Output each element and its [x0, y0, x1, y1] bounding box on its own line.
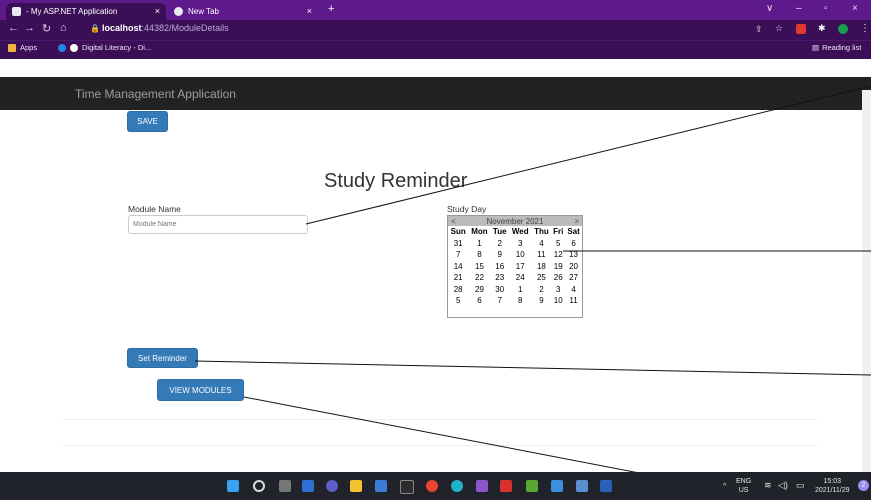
notification-badge[interactable]: 2 — [858, 480, 869, 491]
chrome-taskbar-icon[interactable] — [426, 480, 438, 492]
chat-icon[interactable] — [326, 480, 338, 492]
annotation-line — [305, 85, 871, 225]
visual-studio-icon[interactable] — [476, 480, 488, 492]
annotation-line — [194, 360, 871, 376]
file-explorer-icon[interactable] — [350, 480, 362, 492]
word-icon[interactable] — [600, 480, 612, 492]
notepad-icon[interactable] — [551, 480, 563, 492]
app-icon[interactable] — [400, 480, 414, 494]
app-icon[interactable] — [526, 480, 538, 492]
annotation-arrows — [194, 85, 871, 500]
tray-chevron-icon[interactable]: ^ — [723, 482, 726, 491]
search-icon[interactable] — [253, 480, 265, 492]
wifi-icon[interactable]: ≋ — [764, 481, 772, 490]
store-icon[interactable] — [375, 480, 387, 492]
clock[interactable]: 15:03 2021/11/29 — [815, 477, 850, 495]
edge-icon[interactable] — [451, 480, 463, 492]
task-view-icon[interactable] — [279, 480, 291, 492]
widgets-icon[interactable] — [302, 480, 314, 492]
volume-icon[interactable]: ◁) — [778, 481, 788, 490]
start-icon[interactable] — [227, 480, 239, 492]
acrobat-icon[interactable] — [500, 480, 512, 492]
language-indicator[interactable]: ENG US — [736, 477, 751, 495]
battery-icon[interactable]: ▭ — [796, 481, 805, 490]
app-icon[interactable] — [576, 480, 588, 492]
